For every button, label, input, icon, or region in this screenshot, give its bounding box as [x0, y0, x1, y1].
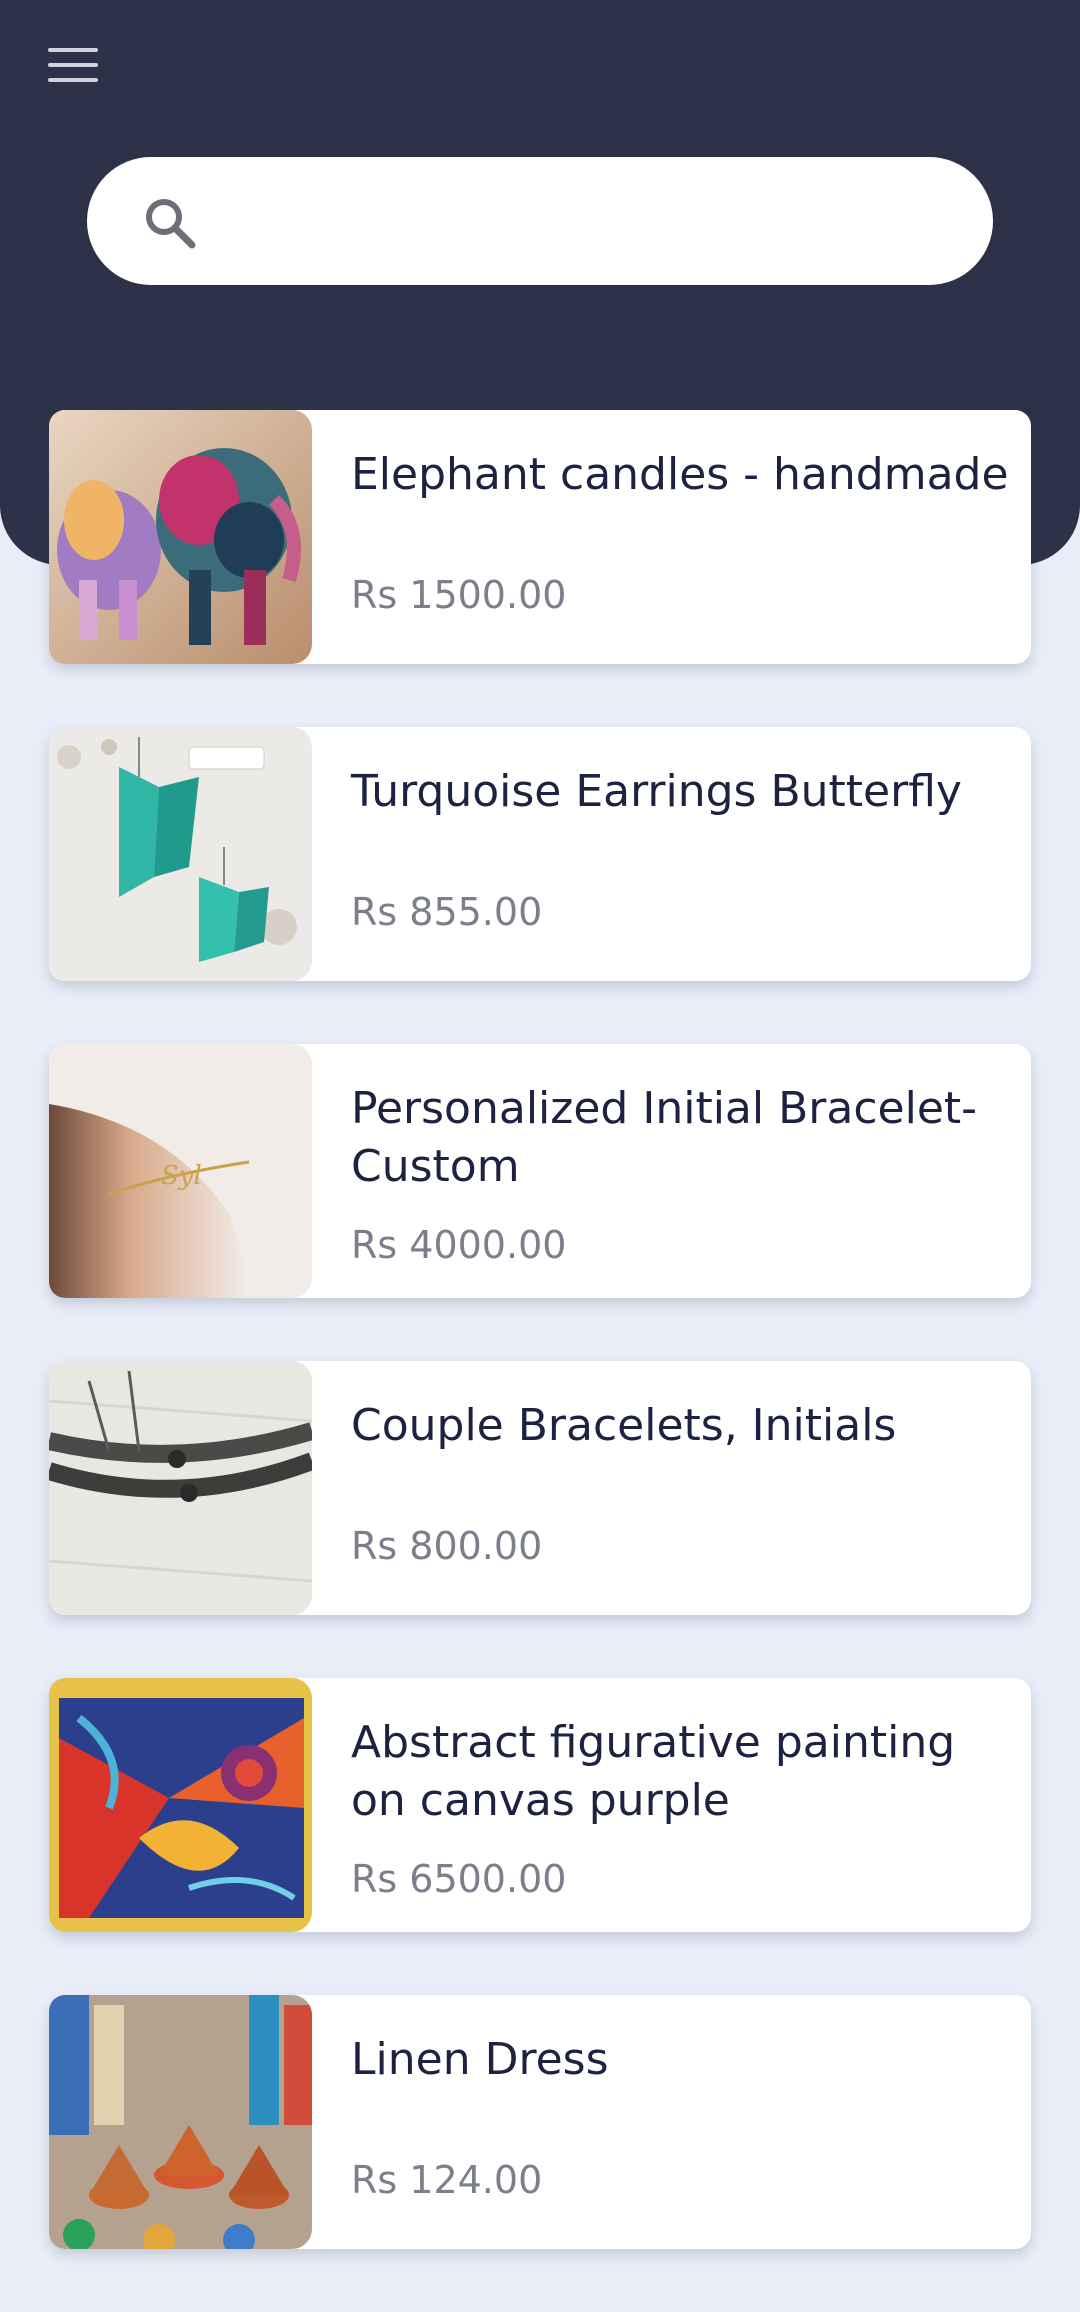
product-card[interactable]: Turquoise Earrings Butterfly Rs 855.00 [49, 727, 1031, 981]
product-card[interactable]: Syl Personalized Initial Bracelet-Custom… [49, 1044, 1031, 1298]
product-title: Linen Dress [351, 2034, 609, 2085]
menu-icon[interactable] [40, 40, 106, 90]
search-icon[interactable] [140, 193, 200, 253]
product-image [49, 1995, 312, 2249]
product-title: Turquoise Earrings Butterfly [351, 766, 962, 817]
product-title: Couple Bracelets, Initials [351, 1400, 897, 1451]
product-card[interactable]: Abstract figurative painting on canvas p… [49, 1678, 1031, 1932]
product-title: Abstract figurative painting on canvas p… [351, 1717, 956, 1826]
svg-text:Syl: Syl [161, 1161, 202, 1191]
product-image [49, 1678, 312, 1932]
product-image [49, 1361, 312, 1615]
product-price: Rs 124.00 [351, 2158, 543, 2202]
product-image [49, 727, 312, 981]
product-price: Rs 4000.00 [351, 1223, 567, 1267]
product-card[interactable]: Linen Dress Rs 124.00 [49, 1995, 1031, 2249]
product-price: Rs 1500.00 [351, 573, 567, 617]
product-price: Rs 6500.00 [351, 1857, 567, 1901]
product-image [49, 410, 312, 664]
product-price: Rs 800.00 [351, 1524, 543, 1568]
product-title: Elephant candles - handmade [351, 449, 1009, 500]
product-title: Personalized Initial Bracelet-Custom [351, 1083, 978, 1192]
product-image: Syl [49, 1044, 312, 1298]
product-price: Rs 855.00 [351, 890, 543, 934]
product-card[interactable]: Couple Bracelets, Initials Rs 800.00 [49, 1361, 1031, 1615]
product-card[interactable]: Elephant candles - handmade Rs 1500.00 [49, 410, 1031, 664]
product-list: Elephant candles - handmade Rs 1500.00 T… [49, 410, 1031, 2312]
search-input[interactable] [220, 175, 964, 269]
